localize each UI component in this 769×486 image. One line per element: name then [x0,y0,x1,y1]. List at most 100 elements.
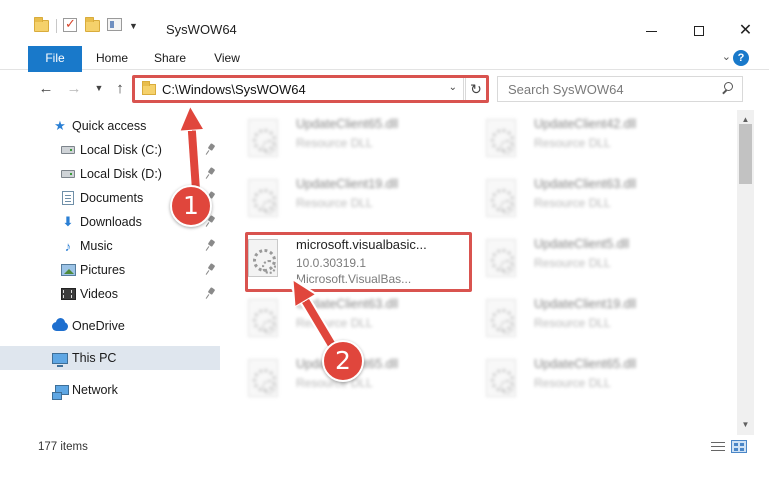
forward-arrow-icon[interactable]: → [64,78,84,98]
file-item[interactable]: UpdateClient65.dll Resource DLL [460,352,690,408]
folder-icon[interactable] [34,17,50,34]
refresh-button[interactable]: ↻ [465,76,487,102]
sidebar-item-label: OneDrive [72,319,125,333]
navigation-bar: ← → ▼ ↑ C:\Windows\SysWOW64 ⌄ ↻ Search S… [0,72,769,106]
dll-file-icon [248,359,278,397]
sidebar-item-pictures[interactable]: Pictures [0,258,220,282]
videos-icon [60,286,76,302]
search-icon[interactable] [721,82,734,95]
search-box[interactable]: Search SysWOW64 [497,76,743,102]
file-item[interactable]: UpdateClient63.dll Resource DLL [222,292,452,348]
expand-ribbon-chevron-icon[interactable]: ⌄ [722,50,731,63]
scroll-thumb[interactable] [739,124,752,184]
file-type: Resource DLL [534,136,611,150]
view-switcher [711,440,747,453]
navigation-pane: ★ Quick access Local Disk (C:) Local Dis… [0,110,222,435]
sidebar-item-label: Network [72,383,118,397]
sidebar-item-label: Local Disk (D:) [80,167,162,181]
pictures-icon [60,262,76,278]
details-view-icon[interactable] [711,440,727,453]
file-item-microsoft-visualbasic[interactable]: microsoft.visualbasic... 10.0.30319.1 Mi… [222,232,452,288]
title-bar: ▼ SysWOW64 ✕ [0,0,769,44]
minimize-icon [646,30,657,32]
item-count: 177 items [38,441,88,453]
address-path[interactable]: C:\Windows\SysWOW64 [162,82,306,97]
file-item[interactable]: UpdateClient19.dll Resource DLL [222,172,452,228]
tab-view[interactable]: View [204,46,250,70]
file-item[interactable]: UpdateClient5.dll Resource DLL [460,232,690,288]
recent-locations-chevron-icon[interactable]: ▼ [89,78,109,98]
download-icon: ⬇ [62,214,74,229]
help-icon[interactable]: ? [733,50,749,66]
maximize-button[interactable] [675,16,722,46]
minimize-button[interactable] [628,16,675,46]
window-controls: ✕ [628,16,769,46]
status-bar: 177 items [0,436,769,458]
file-name: microsoft.visualbasic... [296,237,427,252]
address-history-chevron-icon[interactable]: ⌄ [449,82,457,93]
dll-file-icon [486,239,516,277]
callout-badge-1: 1 [170,185,212,227]
disk-icon [60,166,76,182]
sidebar-item-local-disk-d[interactable]: Local Disk (D:) [0,162,220,186]
dll-file-icon [486,179,516,217]
file-name: UpdateClient63.dll [296,297,399,311]
vertical-scrollbar[interactable]: ▲ ▼ [737,110,754,435]
sidebar-item-quick-access[interactable]: ★ Quick access [0,114,220,138]
network-icon [52,382,70,400]
file-type: Resource DLL [534,196,611,210]
refresh-icon: ↻ [470,80,482,97]
back-arrow-icon[interactable]: ← [36,78,56,98]
file-name: UpdateClient63.dll [534,177,637,191]
sidebar-item-label: Downloads [80,215,142,229]
file-item[interactable]: UpdateClient19.dll Resource DLL [460,292,690,348]
scroll-down-icon[interactable]: ▼ [740,419,751,431]
folder-icon [142,80,156,95]
sidebar-item-local-disk-c[interactable]: Local Disk (C:) [0,138,220,162]
dll-file-icon [486,119,516,157]
sidebar-item-videos[interactable]: Videos [0,282,220,306]
pin-icon [206,264,216,276]
customize-toolbar-chevron-icon[interactable]: ▼ [129,21,138,31]
dll-file-icon [248,299,278,337]
up-arrow-icon[interactable]: ↑ [110,78,130,98]
callout-badge-2: 2 [322,340,364,382]
file-name: UpdateClient42.dll [534,117,637,131]
sidebar-item-this-pc[interactable]: This PC [0,346,220,370]
address-bar[interactable]: C:\Windows\SysWOW64 ⌄ [134,76,464,102]
file-list: UpdateClient65.dll Resource DLL UpdateCl… [222,110,737,435]
computer-icon [52,350,68,367]
dll-file-icon [248,179,278,217]
search-placeholder[interactable]: Search SysWOW64 [508,82,624,97]
properties-icon[interactable] [107,18,123,34]
file-type: Resource DLL [296,136,373,150]
file-item[interactable]: UpdateClient63.dll Resource DLL [460,172,690,228]
ribbon: File Home Share View ⌄ ? [0,46,769,102]
cloud-icon [52,317,68,334]
new-folder-icon[interactable] [85,17,101,34]
close-button[interactable]: ✕ [722,16,769,46]
disk-icon [60,142,76,158]
star-icon: ★ [54,118,66,133]
file-name: UpdateClient5.dll [534,237,630,251]
large-icons-view-icon[interactable] [731,440,747,453]
file-type: Resource DLL [296,196,373,210]
properties-check-icon[interactable] [63,16,79,34]
dll-file-icon [486,359,516,397]
tab-share[interactable]: Share [140,46,200,70]
file-item[interactable]: UpdateClient42.dll Resource DLL [460,112,690,168]
sidebar-item-music[interactable]: ♪ Music [0,234,220,258]
tab-home[interactable]: Home [86,46,138,70]
dll-file-icon [486,299,516,337]
file-item[interactable]: UpdateClient65.dll Resource DLL [222,112,452,168]
sidebar-item-label: Pictures [80,263,126,277]
file-type: Resource DLL [534,316,611,330]
sidebar-item-label: Music [80,239,113,253]
file-type: Microsoft.VisualBas... [296,272,412,286]
quick-access-toolbar: ▼ [34,16,138,34]
file-name: UpdateClient19.dll [534,297,637,311]
sidebar-item-onedrive[interactable]: OneDrive [0,314,220,338]
file-version: 10.0.30319.1 [296,256,367,270]
pin-icon [206,144,216,156]
sidebar-item-network[interactable]: Network [0,378,220,402]
